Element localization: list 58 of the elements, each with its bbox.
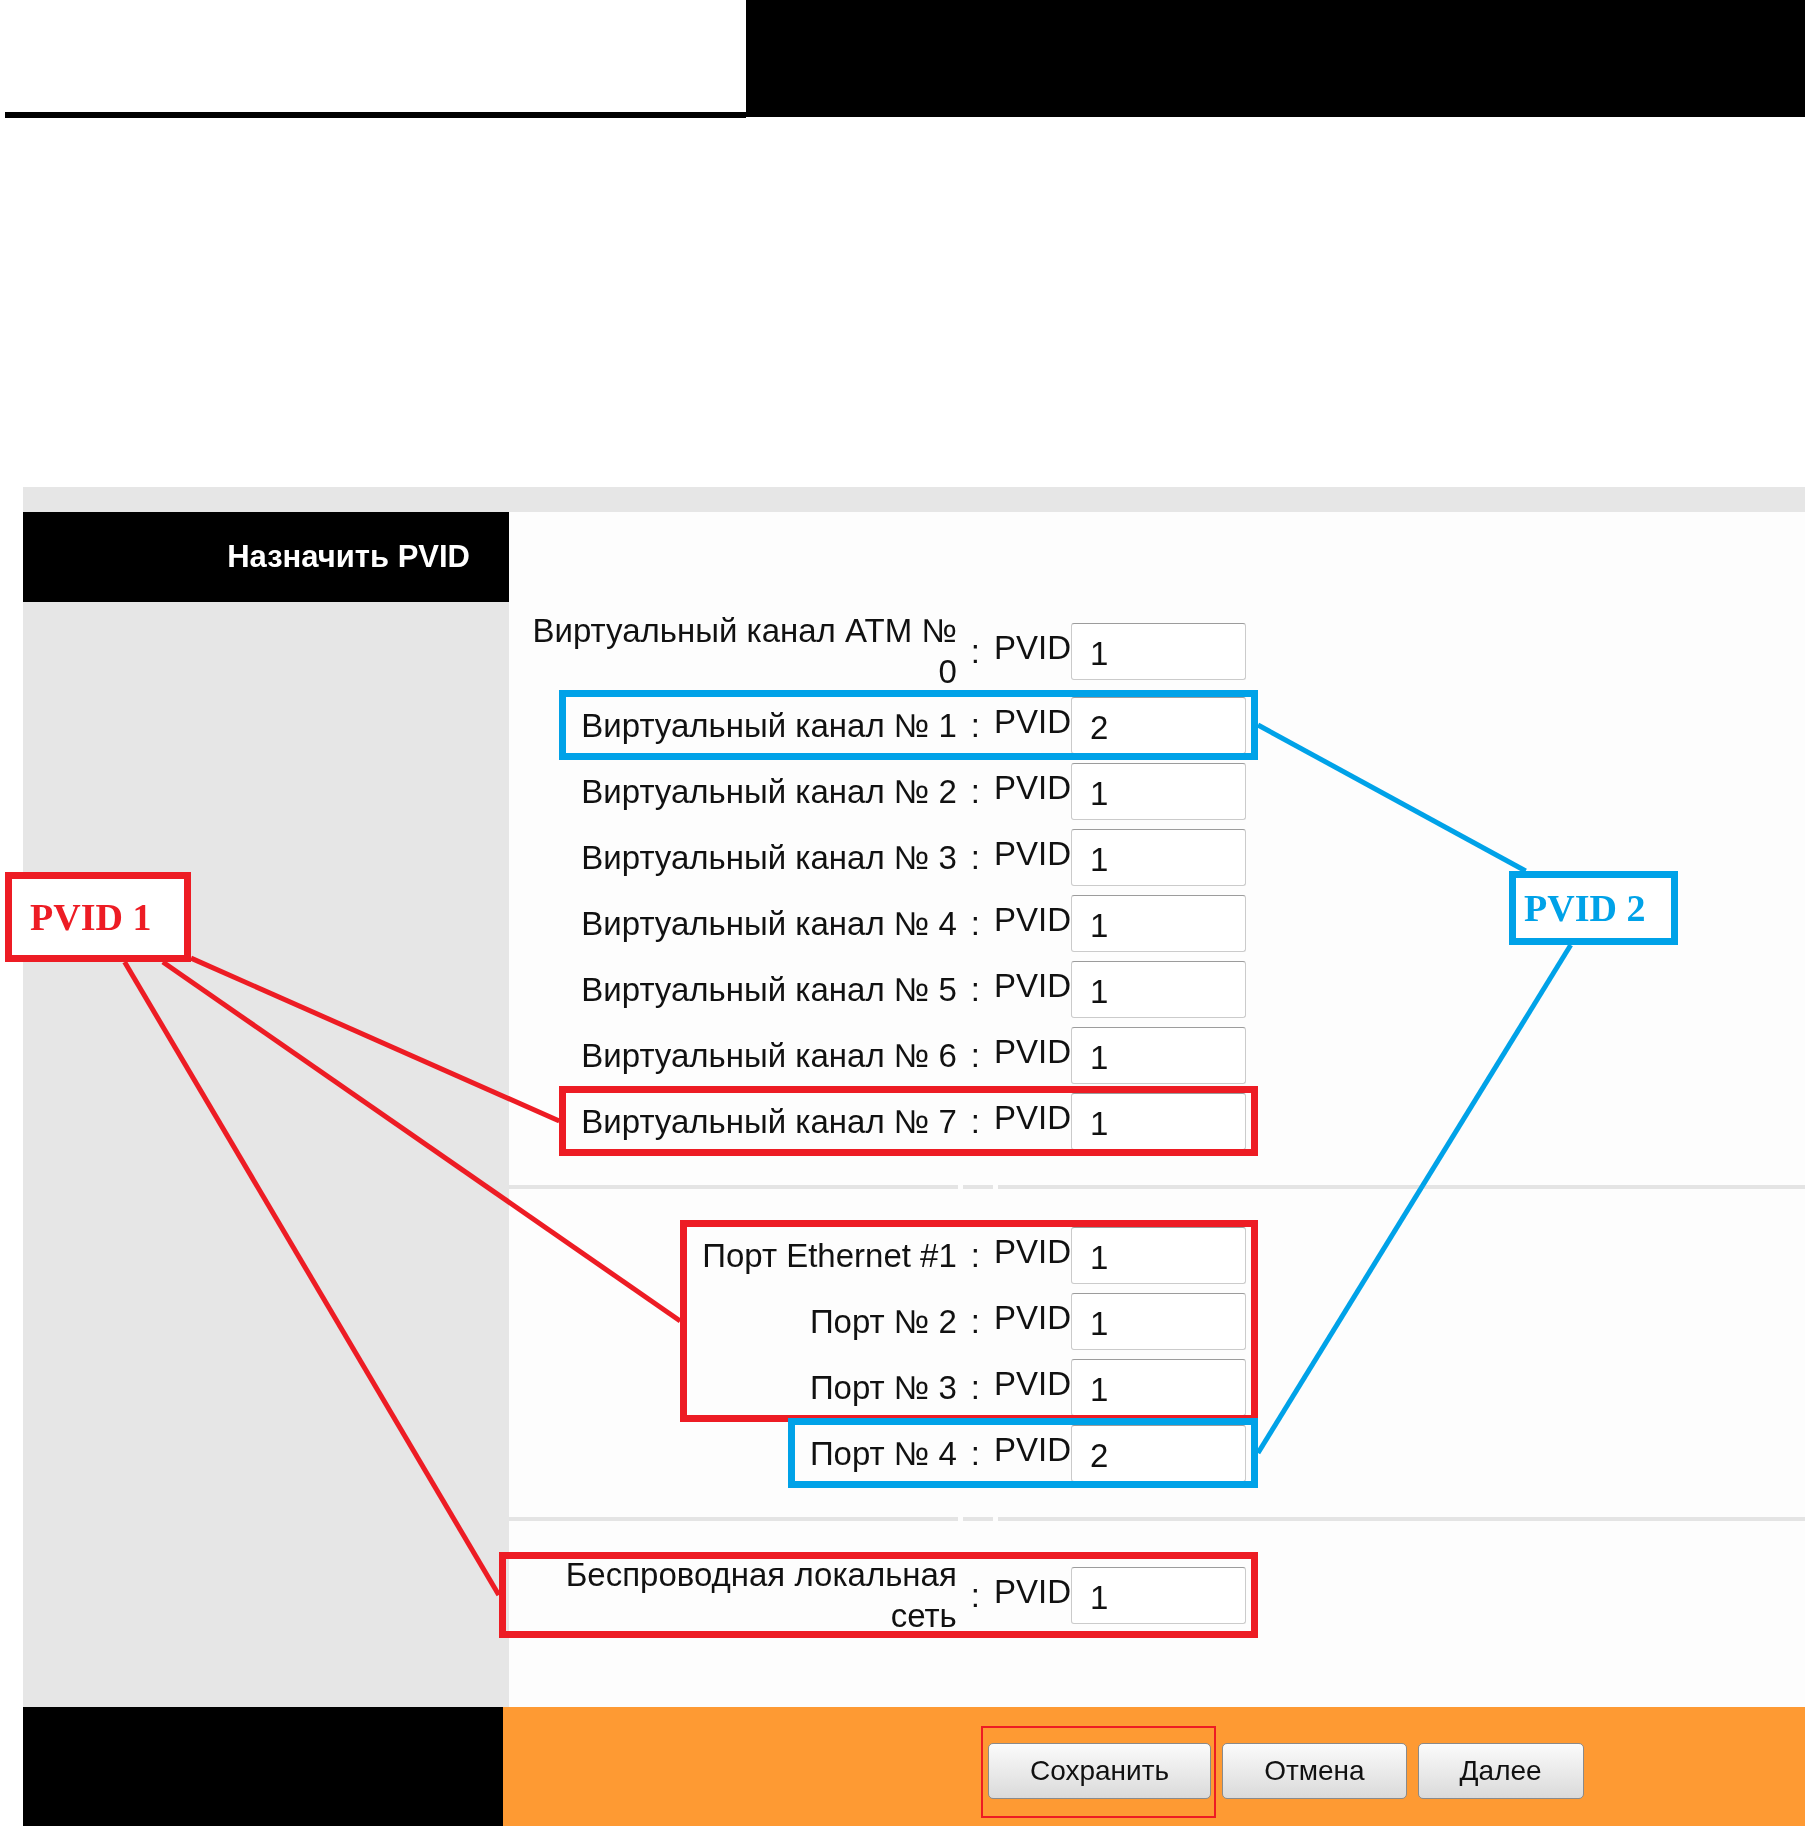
cancel-button[interactable]: Отмена xyxy=(1222,1743,1407,1799)
pvid-label: PVID xyxy=(993,1031,1071,1072)
label-separator: : xyxy=(970,969,980,1010)
label-separator: : xyxy=(970,1367,980,1408)
pvid-input[interactable]: 1 xyxy=(1071,828,1246,886)
next-button[interactable]: Далее xyxy=(1417,1743,1584,1799)
label-separator: : xyxy=(970,1433,980,1474)
pvid-label: PVID xyxy=(993,833,1071,874)
save-button[interactable]: Сохранить xyxy=(988,1743,1212,1799)
callout-label: PVID 1 xyxy=(5,872,191,962)
pvid-input[interactable]: 1 xyxy=(1071,622,1246,680)
section-header: Назначить PVID xyxy=(23,512,509,602)
field-label: Беспроводная локальная сеть xyxy=(564,1555,957,1636)
pvid-label: PVID xyxy=(993,1097,1071,1138)
pvid-label: PVID xyxy=(993,965,1071,1006)
field-label: Виртуальный канал № 3 xyxy=(581,837,957,878)
field-label: Виртуальный канал ATM № 0 xyxy=(531,611,957,692)
field-label: Порт Ethernet #1 xyxy=(702,1235,957,1276)
pvid-input[interactable]: 1 xyxy=(1071,960,1246,1018)
pvid-input[interactable]: 1 xyxy=(1071,1358,1246,1416)
label-separator: : xyxy=(970,1301,980,1342)
field-label: Виртуальный канал № 5 xyxy=(581,969,957,1010)
field-label: Виртуальный канал № 1 xyxy=(581,705,957,746)
pvid-input[interactable]: 1 xyxy=(1071,1566,1246,1624)
pvid-label: PVID xyxy=(993,1363,1071,1404)
callout-label: PVID 2 xyxy=(1509,871,1678,945)
pvid-input[interactable]: 1 xyxy=(1071,1026,1246,1084)
field-label: Виртуальный канал № 4 xyxy=(581,903,957,944)
pvid-input[interactable]: 2 xyxy=(1071,696,1246,754)
field-label: Виртуальный канал № 6 xyxy=(581,1035,957,1076)
pvid-input[interactable]: 1 xyxy=(1071,1226,1246,1284)
label-separator: : xyxy=(970,705,980,746)
label-separator: : xyxy=(970,771,980,812)
label-separator: : xyxy=(970,1235,980,1276)
pvid-label: PVID xyxy=(993,1297,1071,1338)
pvid-label: PVID xyxy=(993,1429,1071,1470)
label-separator: : xyxy=(970,631,980,672)
field-label: Виртуальный канал № 7 xyxy=(581,1101,957,1142)
pvid-label: PVID xyxy=(993,767,1071,808)
label-separator: : xyxy=(970,1101,980,1142)
pvid-label: PVID xyxy=(993,899,1071,940)
pvid-label: PVID xyxy=(993,627,1071,668)
field-label: Виртуальный канал № 2 xyxy=(581,771,957,812)
pvid-input[interactable]: 1 xyxy=(1071,762,1246,820)
pvid-input[interactable]: 1 xyxy=(1071,1092,1246,1150)
label-separator: : xyxy=(970,1035,980,1076)
pvid-label: PVID xyxy=(993,701,1071,742)
pvid-label: PVID xyxy=(993,1231,1071,1272)
pvid-input[interactable]: 2 xyxy=(1071,1424,1246,1482)
label-separator: : xyxy=(970,903,980,944)
pvid-input[interactable]: 1 xyxy=(1071,1292,1246,1350)
field-label: Порт № 2 xyxy=(809,1301,957,1342)
label-separator: : xyxy=(970,1575,980,1616)
field-label: Порт № 3 xyxy=(809,1367,957,1408)
pvid-label: PVID xyxy=(993,1571,1071,1612)
field-label: Порт № 4 xyxy=(809,1433,957,1474)
label-separator: : xyxy=(970,837,980,878)
pvid-input[interactable]: 1 xyxy=(1071,894,1246,952)
